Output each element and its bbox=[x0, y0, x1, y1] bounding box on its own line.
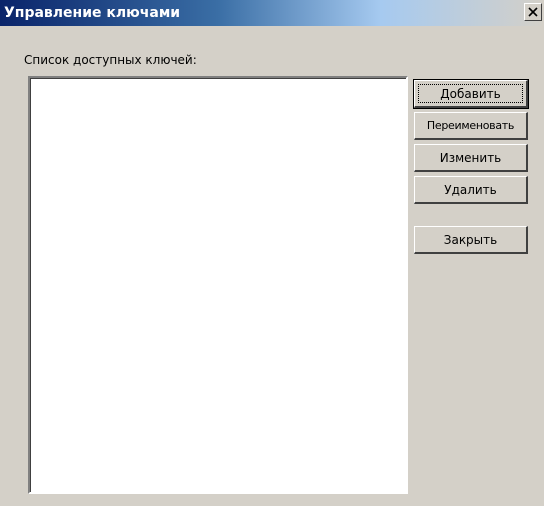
rename-button-label: Переименовать bbox=[426, 118, 515, 132]
rename-button[interactable]: Переименовать bbox=[414, 112, 528, 140]
keys-listbox[interactable] bbox=[28, 76, 408, 494]
edit-button[interactable]: Изменить bbox=[414, 144, 528, 172]
delete-button-label: Удалить bbox=[444, 182, 497, 197]
close-button-label: Закрыть bbox=[443, 232, 498, 247]
close-icon bbox=[528, 7, 538, 17]
delete-button[interactable]: Удалить bbox=[414, 176, 528, 204]
add-button[interactable]: Добавить bbox=[413, 79, 529, 109]
titlebar[interactable]: Управление ключами bbox=[0, 0, 544, 26]
close-button[interactable]: Закрыть bbox=[414, 226, 528, 254]
close-window-button[interactable] bbox=[524, 3, 542, 21]
keys-list-label: Список доступных ключей: bbox=[24, 53, 197, 67]
focus-rectangle bbox=[418, 84, 523, 103]
key-management-dialog: Управление ключами Список доступных ключ… bbox=[0, 0, 544, 506]
window-title: Управление ключами bbox=[4, 5, 181, 21]
edit-button-label: Изменить bbox=[439, 150, 502, 165]
